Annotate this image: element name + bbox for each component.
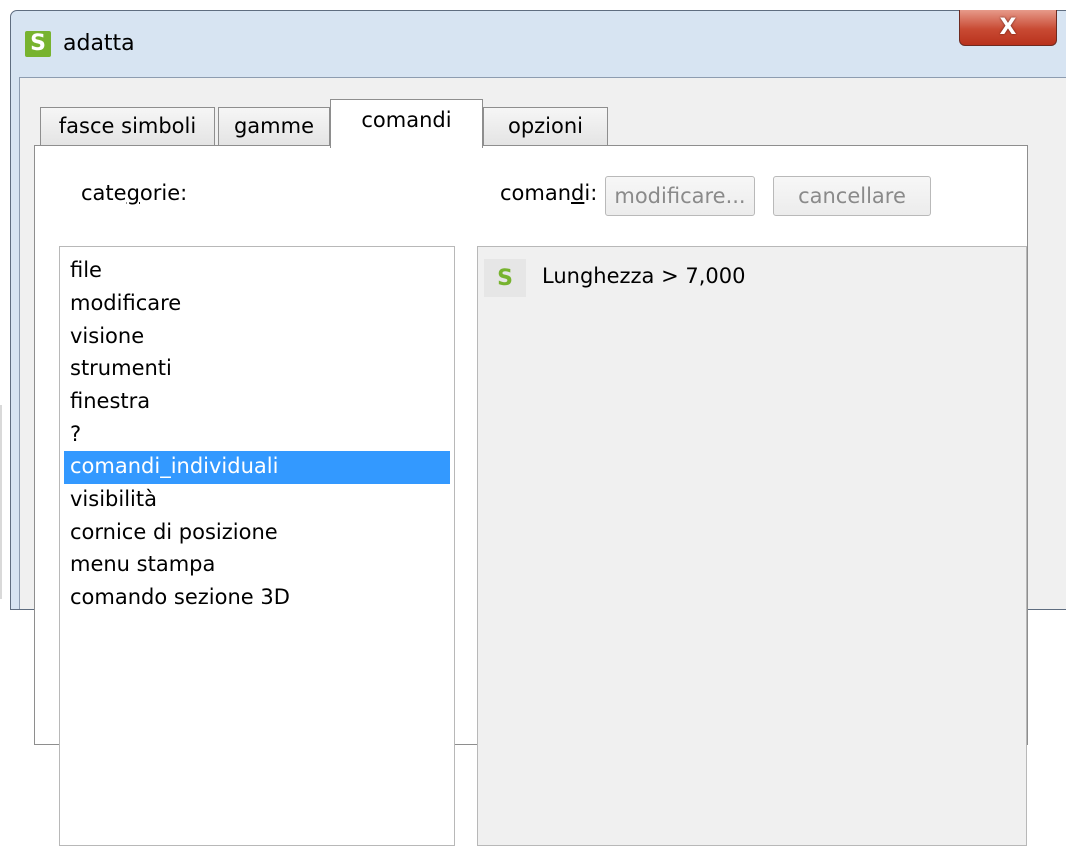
list-item[interactable]: cornice di posizione [64,517,450,550]
tab-fasce-simboli[interactable]: fasce simboli [40,107,215,145]
title-bar[interactable]: S adatta X [11,10,1066,77]
dialog-window: S adatta X fasce simboli gamme comandi o… [10,10,1066,846]
delete-button[interactable]: cancellare [773,176,931,216]
modify-button[interactable]: modificare... [605,176,755,216]
list-item[interactable]: modificare [64,288,450,321]
s-logo-icon: S [484,259,526,297]
commands-list[interactable]: S Lunghezza > 7,000 [477,246,1027,846]
tab-gamme[interactable]: gamme [218,107,330,145]
command-label: Lunghezza > 7,000 [542,264,746,288]
list-item-selected[interactable]: comandi_individuali [64,451,450,484]
list-item[interactable]: menu stampa [64,549,450,582]
app-logo-icon: S [25,31,51,57]
tab-panel: categorie: comandi: modificare... cancel… [34,145,1028,846]
list-item[interactable]: visione [64,321,450,354]
background-edge [0,405,2,599]
list-item[interactable]: ? [64,419,450,452]
close-button[interactable]: X [959,10,1057,46]
list-item[interactable]: visibilità [64,484,450,517]
window-title: adatta [63,31,135,56]
categories-list[interactable]: file modificare visione strumenti finest… [59,246,455,846]
list-item[interactable]: finestra [64,386,450,419]
tab-comandi[interactable]: comandi [330,99,483,148]
commands-label: comandi: [500,181,598,205]
close-icon: X [999,15,1017,40]
tab-opzioni[interactable]: opzioni [483,107,608,145]
list-item[interactable]: file [64,255,450,288]
categories-label: categorie: [81,181,188,205]
list-item[interactable]: strumenti [64,353,450,386]
dialog-client: fasce simboli gamme comandi opzioni cate… [19,77,1066,846]
